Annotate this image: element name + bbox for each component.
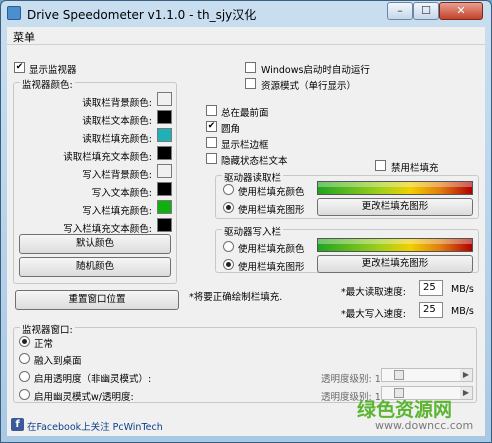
color-label: 读取栏背景颜色: bbox=[82, 98, 152, 109]
window-title: Drive Speedometer v1.1.0 - th_sjy汉化 bbox=[27, 8, 257, 22]
menu-main[interactable]: 菜单 bbox=[13, 29, 35, 45]
slider-right-arrow[interactable]: ▶ bbox=[460, 387, 472, 399]
slider-thumb[interactable] bbox=[394, 370, 404, 380]
write-use-graph-label: 使用栏填充图形 bbox=[238, 262, 305, 273]
facebook-icon[interactable]: f bbox=[11, 418, 24, 431]
default-colors-button[interactable]: 默认颜色 bbox=[19, 234, 171, 254]
write-change-graph-button[interactable]: 更改栏填充图形 bbox=[317, 255, 473, 273]
resource-mode-label: 资源模式（单行显示） bbox=[261, 81, 357, 92]
rounded-checkbox[interactable]: ✔ bbox=[206, 121, 217, 132]
show-monitor-checkbox[interactable]: ✔ bbox=[14, 62, 25, 73]
max-read-unit: MB/s bbox=[451, 284, 474, 295]
max-read-input[interactable]: 25 bbox=[419, 280, 443, 296]
reset-position-button[interactable]: 重置窗口位置 bbox=[15, 290, 179, 310]
close-button[interactable]: ✕ bbox=[439, 2, 483, 20]
max-write-input[interactable]: 25 bbox=[419, 302, 443, 318]
read-use-color-label: 使用栏填充颜色 bbox=[238, 187, 305, 198]
color-swatch[interactable] bbox=[157, 128, 172, 142]
read-use-color-radio[interactable] bbox=[223, 184, 234, 195]
max-write-unit: MB/s bbox=[451, 306, 474, 317]
window-ghost-radio[interactable] bbox=[19, 389, 30, 400]
title-bar[interactable]: Drive Speedometer v1.1.0 - th_sjy汉化 – ☐ … bbox=[1, 1, 491, 27]
window-transparent-label: 启用透明度（非幽灵模式）: bbox=[34, 374, 152, 385]
color-swatch[interactable] bbox=[157, 200, 172, 214]
window-transparent-radio[interactable] bbox=[19, 371, 30, 382]
rounded-label: 圆角 bbox=[221, 124, 241, 135]
client-area: ✔ 显示监视器 监视器颜色: 读取栏背景颜色: 读取栏文本颜色: 读取栏填充颜色… bbox=[7, 45, 485, 436]
read-use-graph-radio[interactable] bbox=[223, 202, 234, 213]
write-bar-preview bbox=[317, 238, 473, 252]
color-label: 读取栏文本颜色: bbox=[82, 116, 152, 127]
always-on-top-checkbox[interactable] bbox=[206, 105, 217, 116]
color-swatch[interactable] bbox=[157, 92, 172, 106]
color-label: 写入栏填充文本颜色: bbox=[63, 224, 152, 235]
fill-note: *将要正确绘制栏填充. bbox=[189, 292, 283, 303]
read-bar-preview bbox=[317, 181, 473, 195]
transparency-slider[interactable]: ▶ bbox=[381, 368, 473, 382]
color-swatch[interactable] bbox=[157, 182, 172, 196]
monitor-window-group-label: 监视器窗口: bbox=[20, 322, 75, 336]
color-swatch[interactable] bbox=[157, 146, 172, 160]
color-swatch[interactable] bbox=[157, 218, 172, 232]
max-write-label: *最大写入速度: bbox=[341, 309, 406, 320]
write-use-graph-radio[interactable] bbox=[223, 259, 234, 270]
window-desktop-label: 融入到桌面 bbox=[34, 356, 82, 367]
color-label: 读取栏填充文本颜色: bbox=[63, 152, 152, 163]
resource-mode-checkbox[interactable] bbox=[245, 78, 256, 89]
slider-right-arrow[interactable]: ▶ bbox=[460, 369, 472, 381]
show-monitor-label: 显示监视器 bbox=[29, 65, 77, 76]
watermark-brand: 绿色资源网 bbox=[357, 399, 453, 421]
run-on-startup-label: Windows启动时自动运行 bbox=[261, 65, 370, 76]
color-label: 读取栏填充颜色: bbox=[82, 134, 152, 145]
color-label: 写入文本颜色: bbox=[91, 188, 152, 199]
always-on-top-label: 总在最前面 bbox=[221, 108, 269, 119]
color-swatch[interactable] bbox=[157, 164, 172, 178]
read-change-graph-button[interactable]: 更改栏填充图形 bbox=[317, 198, 473, 216]
random-colors-button[interactable]: 随机颜色 bbox=[19, 257, 171, 277]
monitor-colors-group-label: 监视器颜色: bbox=[20, 77, 75, 91]
facebook-link[interactable]: 在Facebook上关注 PcWinTech bbox=[27, 419, 163, 433]
window-ghost-label: 启用幽灵模式w/透明度: bbox=[34, 392, 134, 403]
menu-bar: 菜单 bbox=[7, 27, 485, 45]
watermark-url: www.downcc.com bbox=[375, 419, 474, 432]
window-normal-label: 正常 bbox=[34, 339, 54, 350]
color-label: 写入栏填充颜色: bbox=[82, 206, 152, 217]
minimize-button[interactable]: – bbox=[387, 2, 413, 20]
run-on-startup-checkbox[interactable] bbox=[245, 62, 256, 73]
disable-fill-checkbox[interactable] bbox=[375, 160, 386, 171]
disable-fill-label: 禁用栏填充 bbox=[391, 163, 439, 174]
hide-status-text-label: 隐藏状态栏文本 bbox=[221, 156, 288, 167]
maximize-button[interactable]: ☐ bbox=[413, 2, 439, 20]
write-use-color-radio[interactable] bbox=[223, 241, 234, 252]
read-bar-group-label: 驱动器读取栏 bbox=[222, 170, 284, 184]
write-bar-group-label: 驱动器写入栏 bbox=[222, 224, 284, 238]
hide-status-text-checkbox[interactable] bbox=[206, 153, 217, 164]
max-read-label: *最大读取速度: bbox=[341, 287, 406, 298]
write-use-color-label: 使用栏填充颜色 bbox=[238, 244, 305, 255]
color-label: 写入栏背景颜色: bbox=[82, 170, 152, 181]
read-use-graph-label: 使用栏填充图形 bbox=[238, 205, 305, 216]
window-normal-radio[interactable] bbox=[19, 336, 30, 347]
app-icon bbox=[7, 6, 21, 20]
show-border-label: 显示栏边框 bbox=[221, 140, 269, 151]
window-desktop-radio[interactable] bbox=[19, 353, 30, 364]
color-swatch[interactable] bbox=[157, 110, 172, 124]
show-border-checkbox[interactable] bbox=[206, 137, 217, 148]
app-window: Drive Speedometer v1.1.0 - th_sjy汉化 – ☐ … bbox=[0, 0, 492, 443]
